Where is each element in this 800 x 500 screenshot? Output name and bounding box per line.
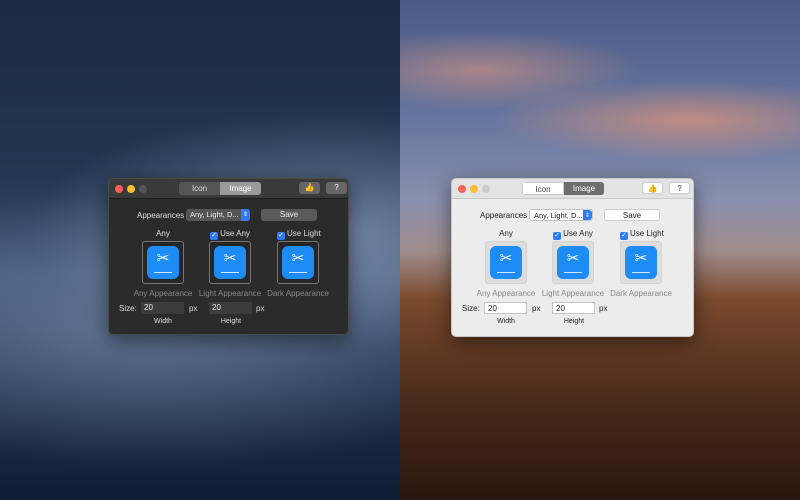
help-button[interactable]: ?: [669, 182, 690, 194]
image-caption: Any Appearance: [476, 289, 536, 298]
close-button[interactable]: [458, 185, 466, 193]
appearances-label: Appearances: [480, 211, 528, 220]
appearances-value: Any, Light, D...: [534, 211, 583, 220]
dark-window: Icon Image 👍 ? Appearances Any, Light, D…: [108, 178, 349, 335]
appearances-label: Appearances: [137, 211, 185, 220]
app-icon: ✂: [214, 246, 246, 279]
image-caption: Dark Appearance: [267, 289, 329, 298]
column-header: Any: [142, 229, 184, 238]
app-icon: ✂: [282, 246, 314, 279]
column-header: Any: [485, 229, 527, 238]
tab-switcher[interactable]: Icon Image: [179, 182, 261, 195]
image-caption: Dark Appearance: [610, 289, 672, 298]
size-label: Size:: [119, 304, 137, 313]
like-button[interactable]: 👍: [642, 182, 663, 194]
chevron-updown-icon: ⇕: [583, 210, 592, 220]
zoom-button[interactable]: [482, 185, 490, 193]
column-header-label: Use Any: [220, 229, 250, 238]
column-header[interactable]: ✓ Use Light: [620, 229, 664, 240]
like-button[interactable]: 👍: [299, 182, 320, 194]
help-button[interactable]: ?: [326, 182, 347, 194]
image-well[interactable]: ✂: [485, 241, 527, 284]
close-button[interactable]: [115, 185, 123, 193]
height-input[interactable]: 20: [209, 302, 252, 314]
column-header[interactable]: ✓ Use Light: [277, 229, 321, 240]
width-unit: px: [189, 304, 198, 313]
title-bar[interactable]: Icon Image 👍 ?: [109, 179, 348, 199]
image-well[interactable]: ✂: [620, 241, 662, 284]
column-header[interactable]: ✓ Use Any: [209, 229, 251, 240]
height-label: Height: [220, 318, 242, 325]
appearances-popup[interactable]: Any, Light, D... ⇕: [186, 209, 250, 221]
thumbs-up-icon: 👍: [304, 183, 315, 192]
app-icon: ✂: [625, 246, 657, 279]
chevron-updown-icon: ⇕: [241, 209, 250, 221]
column-header-label: Use Light: [630, 229, 664, 238]
logo-text: [221, 271, 239, 273]
image-caption: Light Appearance: [541, 289, 605, 298]
height-input[interactable]: 20: [552, 302, 595, 314]
checkbox-checked[interactable]: ✓: [277, 232, 285, 240]
tab-image[interactable]: Image: [220, 182, 261, 195]
tab-image[interactable]: Image: [564, 182, 604, 195]
app-icon: ✂: [557, 246, 589, 279]
app-icon: ✂: [147, 246, 179, 279]
image-well[interactable]: ✂: [142, 241, 184, 284]
tab-icon[interactable]: Icon: [179, 182, 220, 195]
image-caption: Any Appearance: [133, 289, 193, 298]
appearances-value: Any, Light, D...: [190, 210, 239, 219]
scissors-icon: ✂: [566, 250, 580, 267]
title-bar[interactable]: Icon Image 👍 ?: [452, 179, 693, 199]
save-button[interactable]: Save: [261, 209, 317, 221]
tab-switcher[interactable]: Icon Image: [522, 182, 604, 195]
image-well[interactable]: ✂: [209, 241, 251, 284]
light-window: Icon Image 👍 ? Appearances Any, Light, D…: [451, 178, 694, 337]
column-header-label: Use Light: [287, 229, 321, 238]
checkbox-checked[interactable]: ✓: [210, 232, 219, 240]
scissors-icon: ✂: [156, 250, 170, 267]
height-unit: px: [599, 304, 608, 313]
checkbox-checked[interactable]: ✓: [620, 232, 628, 240]
question-icon: ?: [334, 183, 339, 192]
zoom-button[interactable]: [139, 185, 147, 193]
logo-text: [154, 271, 172, 273]
image-caption: Light Appearance: [198, 289, 262, 298]
height-unit: px: [256, 304, 265, 313]
app-icon: ✂: [490, 246, 522, 279]
column-header-label: Use Any: [563, 229, 593, 238]
width-label: Width: [154, 318, 172, 325]
size-label: Size:: [462, 304, 480, 313]
image-well[interactable]: ✂: [277, 241, 319, 284]
minimize-button[interactable]: [470, 185, 478, 193]
width-input[interactable]: 20: [141, 302, 184, 314]
thumbs-up-icon: 👍: [647, 184, 658, 193]
scissors-icon: ✂: [634, 250, 648, 267]
scissors-icon: ✂: [499, 250, 513, 267]
logo-text: [632, 271, 650, 273]
height-label: Height: [563, 318, 585, 325]
width-unit: px: [532, 304, 541, 313]
image-well[interactable]: ✂: [552, 241, 594, 284]
checkbox-checked[interactable]: ✓: [553, 232, 562, 240]
minimize-button[interactable]: [127, 185, 135, 193]
column-header[interactable]: ✓ Use Any: [552, 229, 594, 240]
appearances-popup[interactable]: Any, Light, D... ⇕: [529, 209, 593, 221]
width-input[interactable]: 20: [484, 302, 527, 314]
logo-text: [289, 271, 307, 273]
column-header-label: Any: [499, 229, 513, 238]
tab-icon[interactable]: Icon: [522, 182, 564, 195]
logo-text: [564, 271, 582, 273]
logo-text: [497, 271, 515, 273]
scissors-icon: ✂: [291, 250, 305, 267]
scissors-icon: ✂: [223, 250, 237, 267]
column-header-label: Any: [156, 229, 170, 238]
question-icon: ?: [677, 184, 682, 193]
save-button[interactable]: Save: [604, 209, 660, 221]
width-label: Width: [497, 318, 515, 325]
